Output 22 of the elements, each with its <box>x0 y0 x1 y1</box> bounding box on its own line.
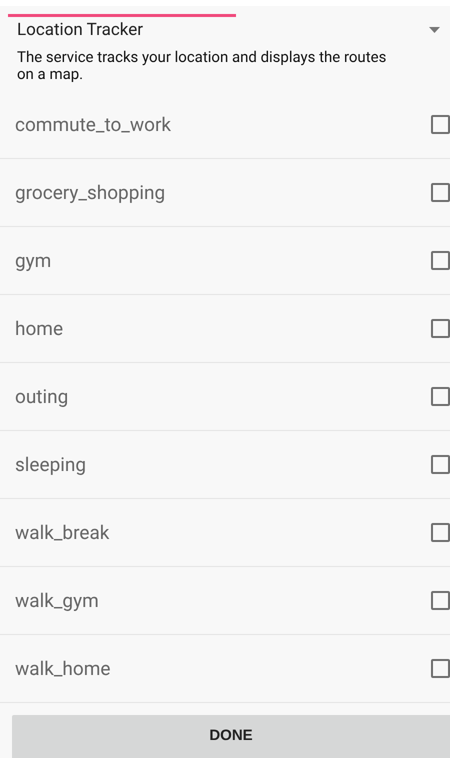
checkbox[interactable] <box>431 319 450 338</box>
item-label: gym <box>15 249 52 272</box>
item-label: sleeping <box>15 453 86 476</box>
checkbox[interactable] <box>431 251 450 270</box>
description-text: The service tracks your location and displays the routes on a map. <box>16 47 388 83</box>
dropdown-title: Location Tracker <box>17 20 143 40</box>
checkbox[interactable] <box>431 183 450 202</box>
item-label: walk_gym <box>15 589 99 612</box>
checkbox[interactable] <box>431 115 450 134</box>
checkbox[interactable] <box>431 455 450 474</box>
item-label: walk_break <box>15 521 110 544</box>
dropdown-caret-icon[interactable] <box>429 27 440 33</box>
item-label: grocery_shopping <box>15 181 166 204</box>
checkbox[interactable] <box>431 591 450 610</box>
checkbox[interactable] <box>431 659 450 678</box>
done-button[interactable]: DONE <box>12 715 450 758</box>
item-label: home <box>15 317 64 340</box>
checkbox[interactable] <box>431 387 450 406</box>
checkbox[interactable] <box>431 523 450 542</box>
item-label: commute_to_work <box>15 113 172 136</box>
item-label: outing <box>15 385 68 408</box>
item-label: walk_home <box>15 657 110 680</box>
